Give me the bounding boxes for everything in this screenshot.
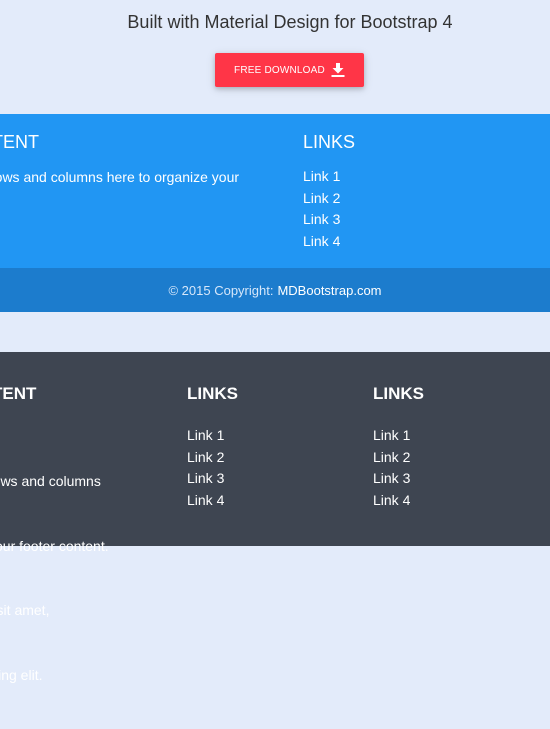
content-line: rows and columns (0, 473, 101, 489)
link-item[interactable]: Link 2 (187, 447, 224, 469)
links-column-title-1: LINKS (187, 384, 238, 403)
link-item[interactable]: Link 4 (373, 490, 410, 512)
link-item[interactable]: Link 2 (373, 447, 410, 469)
content-column-text: rows and columns your footer content. r … (0, 428, 109, 729)
content-column-title: TENT (0, 384, 37, 403)
link-item[interactable]: Link 1 (187, 425, 224, 447)
link-item[interactable]: Link 3 (373, 468, 410, 490)
copyright-bar: © 2015 Copyright: MDBootstrap.com (0, 268, 550, 312)
copyright-link[interactable]: MDBootstrap.com (277, 283, 381, 298)
download-icon (331, 63, 345, 77)
link-item[interactable]: Link 1 (373, 425, 410, 447)
link-item[interactable]: Link 3 (303, 209, 340, 231)
content-line: icing elit. (0, 666, 43, 683)
copyright-text: © 2015 Copyright: (168, 282, 274, 298)
free-download-label: FREE DOWNLOAD (234, 64, 325, 76)
links-list-1: Link 1 Link 2 Link 3 Link 4 (187, 425, 224, 511)
links-list: Link 1 Link 2 Link 3 Link 4 (303, 166, 340, 252)
free-download-button[interactable]: FREE DOWNLOAD (215, 53, 364, 87)
links-column-title-2: LINKS (373, 384, 424, 403)
promo-title: Built with Material Design for Bootstrap… (127, 12, 453, 32)
link-item[interactable]: Link 4 (187, 490, 224, 512)
content-column-title: TENT (0, 132, 39, 152)
link-item[interactable]: Link 2 (303, 188, 340, 210)
link-item[interactable]: Link 3 (187, 468, 224, 490)
footer-dark: TENT rows and columns your footer conten… (0, 352, 550, 683)
links-column-title: LINKS (303, 132, 356, 152)
links-list-2: Link 1 Link 2 Link 3 Link 4 (373, 425, 410, 511)
content-column-text: rows and columns here to organize your (0, 169, 240, 185)
link-item[interactable]: Link 4 (303, 231, 340, 253)
link-item[interactable]: Link 1 (303, 166, 340, 188)
content-line: your footer content. (0, 537, 109, 554)
content-line: r sit amet, (0, 602, 50, 618)
footer-blue: TENT rows and columns here to organize y… (0, 114, 550, 268)
